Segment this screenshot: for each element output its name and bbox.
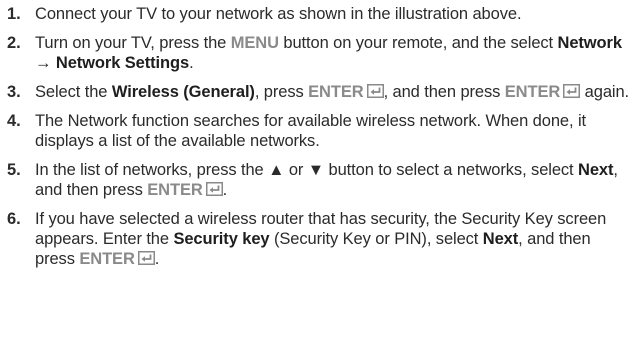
instruction-page: 1. Connect your TV to your network as sh…	[0, 0, 637, 347]
step-1: 1. Connect your TV to your network as sh…	[7, 4, 633, 24]
step-text: Select the Wireless (General), press ENT…	[35, 83, 630, 101]
step-2: 2. Turn on your TV, press the MENU butto…	[7, 33, 633, 73]
menu-key-label: MENU	[230, 34, 279, 52]
step-number: 2.	[7, 34, 21, 52]
network-menu-label: Network	[557, 34, 623, 52]
enter-key-label: ENTER	[147, 181, 203, 199]
network-settings-label: Network Settings	[55, 54, 190, 72]
step-number: 4.	[7, 112, 21, 130]
enter-key-label: ENTER	[504, 83, 561, 101]
step-5: 5. In the list of networks, press the ▲ …	[7, 160, 633, 200]
enter-key-icon	[366, 84, 384, 98]
step-6: 6. If you have selected a wireless route…	[7, 209, 633, 269]
enter-key-label: ENTER	[79, 250, 135, 268]
steps-list: 1. Connect your TV to your network as sh…	[7, 4, 633, 269]
step-number: 5.	[7, 161, 21, 179]
enter-key-label: ENTER	[308, 83, 364, 101]
enter-key-icon	[563, 84, 581, 98]
security-key-label: Security key	[173, 230, 270, 248]
enter-key-icon	[137, 251, 155, 265]
step-text: Connect your TV to your network as shown…	[35, 5, 522, 23]
step-text: If you have selected a wireless router t…	[35, 210, 607, 268]
step-4: 4. The Network function searches for ava…	[7, 111, 633, 151]
next-label: Next	[482, 230, 519, 248]
enter-key-icon	[205, 182, 223, 196]
step-number: 3.	[7, 83, 21, 101]
step-3: 3. Select the Wireless (General), press …	[7, 82, 633, 102]
step-text: Turn on your TV, press the MENU button o…	[35, 34, 623, 72]
wireless-general-label: Wireless (General)	[111, 83, 255, 101]
step-number: 6.	[7, 210, 21, 228]
next-label: Next	[578, 161, 614, 179]
step-text: The Network function searches for availa…	[35, 112, 587, 150]
step-text: In the list of networks, press the ▲ or …	[35, 161, 618, 199]
step-number: 1.	[7, 5, 21, 23]
